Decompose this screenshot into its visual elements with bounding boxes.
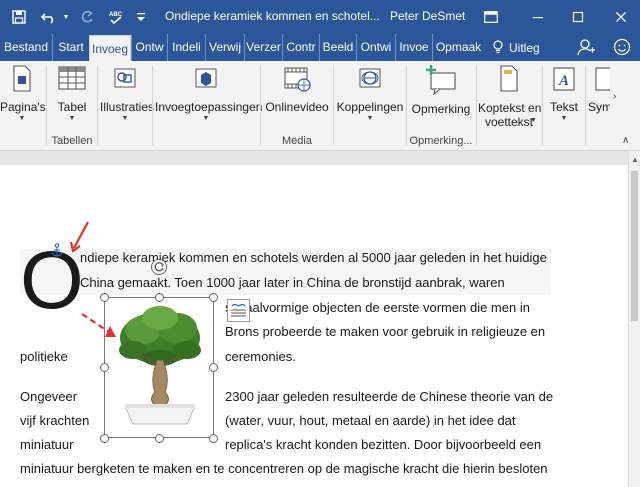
- tab-ontwerpen[interactable]: Ontw: [131, 34, 167, 61]
- body-line-8a[interactable]: miniatuur: [20, 437, 73, 452]
- chevron-down-icon: ▼: [202, 115, 210, 122]
- spelling-check-icon[interactable]: ABC: [105, 0, 127, 34]
- ribbon-display-options-icon[interactable]: [478, 0, 504, 34]
- tab-invoegtoepassingen[interactable]: Invoe: [395, 34, 432, 61]
- table-icon: [58, 65, 86, 94]
- customize-toolbar-icon[interactable]: [133, 0, 149, 34]
- header-footer-button[interactable]: Koptekst en voettekst ▼: [478, 65, 541, 131]
- smiley-feedback-icon[interactable]: [613, 38, 631, 59]
- video-icon: [282, 65, 312, 96]
- tell-me-label: Uitleg: [509, 41, 540, 55]
- tab-verzendlijsten[interactable]: Verzer: [244, 34, 282, 61]
- chevron-down-icon: ▼: [68, 115, 76, 122]
- word-window: ▼ ABC Ondiepe keramiek kommen en schotel…: [0, 0, 640, 487]
- tab-controleren[interactable]: Contr: [282, 34, 319, 61]
- tab-beeld[interactable]: Beeld: [319, 34, 356, 61]
- redo-icon[interactable]: [76, 0, 98, 34]
- minimize-icon[interactable]: [520, 0, 556, 34]
- title-bar: ▼ ABC Ondiepe keramiek kommen en schotel…: [0, 0, 640, 34]
- links-button[interactable]: Koppelingen ▼: [336, 65, 404, 131]
- undo-dropdown-icon[interactable]: ▼: [61, 0, 71, 34]
- vertical-scrollbar[interactable]: ▲: [628, 151, 640, 487]
- resize-handle-right[interactable]: [209, 363, 218, 372]
- text-button[interactable]: A Tekst ▼: [544, 65, 584, 131]
- tab-ontwikkelaars[interactable]: Ontwi: [356, 34, 395, 61]
- resize-handle-bottom[interactable]: [155, 434, 164, 443]
- symbol-icon: [594, 65, 610, 96]
- body-line-7a[interactable]: vijf krachten: [20, 413, 89, 428]
- svg-text:A: A: [558, 73, 569, 89]
- page-icon: [10, 65, 34, 96]
- ribbon: Pagina's ▼ Tabel ▼ Tabellen Illustraties…: [0, 61, 640, 151]
- share-person-icon[interactable]: [577, 38, 595, 59]
- body-line-7b[interactable]: (water, vuur, hout, metaal en aarde) in …: [225, 413, 516, 428]
- restore-icon[interactable]: [560, 0, 596, 34]
- group-label-tables: Tabellen: [51, 135, 93, 147]
- tab-invoegen[interactable]: Invoeg: [89, 35, 131, 61]
- user-name[interactable]: Peter DeSmet: [390, 9, 465, 23]
- text-icon: A: [552, 65, 576, 96]
- group-label-comments: Opmerking...: [409, 135, 473, 147]
- body-line-6a[interactable]: Ongeveer: [20, 389, 77, 404]
- red-annotation-arrows: [69, 221, 116, 337]
- shapes-icon: [112, 65, 138, 94]
- link-icon: [357, 65, 383, 94]
- scroll-thumb[interactable]: [631, 171, 638, 321]
- table-button[interactable]: Tabel ▼: [50, 65, 94, 131]
- body-line-3[interactable]: schaalvormige objecten de eerste vormen …: [225, 300, 530, 315]
- body-line-6b[interactable]: 2300 jaar geleden resulteerde de Chinese…: [225, 389, 553, 404]
- collapse-ribbon-icon[interactable]: ∧: [622, 135, 629, 146]
- chevron-down-icon: ▼: [18, 115, 26, 122]
- close-icon[interactable]: [603, 0, 639, 34]
- body-line-4[interactable]: Brons probeerde te maken voor gebruik in…: [225, 324, 545, 339]
- pages-button[interactable]: Pagina's ▼: [0, 65, 46, 131]
- layout-options-icon[interactable]: [227, 299, 250, 322]
- chevron-down-icon: ▼: [530, 117, 537, 124]
- tab-indeling[interactable]: Indeli: [167, 34, 205, 61]
- lightbulb-icon: [492, 39, 504, 57]
- symbols-button[interactable]: Sym: [588, 65, 610, 131]
- group-label-media: Media: [282, 135, 312, 147]
- resize-handle-bottom-left[interactable]: [100, 434, 109, 443]
- resize-handle-bottom-right[interactable]: [209, 434, 218, 443]
- online-video-button[interactable]: Onlinevideo: [263, 65, 331, 131]
- comment-icon: [425, 65, 457, 98]
- body-line-5a[interactable]: politieke: [20, 349, 68, 364]
- chevron-down-icon: ▼: [560, 115, 568, 122]
- addins-button[interactable]: Invoegtoepassingen ▼: [155, 65, 262, 131]
- resize-handle-top[interactable]: [155, 293, 164, 302]
- tab-start[interactable]: Start: [52, 34, 89, 61]
- tell-me-box[interactable]: Uitleg: [492, 39, 540, 57]
- illustrations-button[interactable]: Illustraties ▼: [100, 65, 154, 131]
- rotate-handle-icon[interactable]: [150, 258, 168, 281]
- header-footer-icon: [497, 65, 521, 96]
- body-line-2[interactable]: China gemaakt. Toen 1000 jaar later in C…: [80, 275, 505, 290]
- body-line-8b[interactable]: replica's kracht konden bezitten. Door b…: [225, 437, 541, 452]
- ribbon-scroll-right-icon[interactable]: ›: [613, 91, 616, 102]
- ribbon-tabs: Bestand Start Invoeg Ontw Indeli Verwij …: [0, 34, 640, 61]
- new-comment-button[interactable]: Opmerking: [409, 65, 473, 131]
- undo-icon[interactable]: [38, 0, 60, 34]
- chevron-down-icon: ▼: [366, 115, 374, 122]
- resize-handle-left[interactable]: [100, 363, 109, 372]
- resize-handle-top-right[interactable]: [209, 293, 218, 302]
- chevron-down-icon: ▼: [121, 115, 129, 122]
- tab-verwijzingen[interactable]: Verwij: [205, 34, 244, 61]
- body-line-5b[interactable]: ceremonies.: [225, 349, 296, 364]
- scroll-up-icon[interactable]: ▲: [631, 155, 639, 164]
- tab-opmaak[interactable]: Opmaak: [432, 34, 484, 61]
- document-title: Ondiepe keramiek kommen en schotel...: [165, 9, 380, 23]
- store-icon: [193, 65, 219, 94]
- body-line-9[interactable]: miniatuur bergketen te maken en te conce…: [20, 461, 548, 476]
- save-icon[interactable]: [8, 0, 30, 34]
- tab-bestand[interactable]: Bestand: [0, 34, 52, 61]
